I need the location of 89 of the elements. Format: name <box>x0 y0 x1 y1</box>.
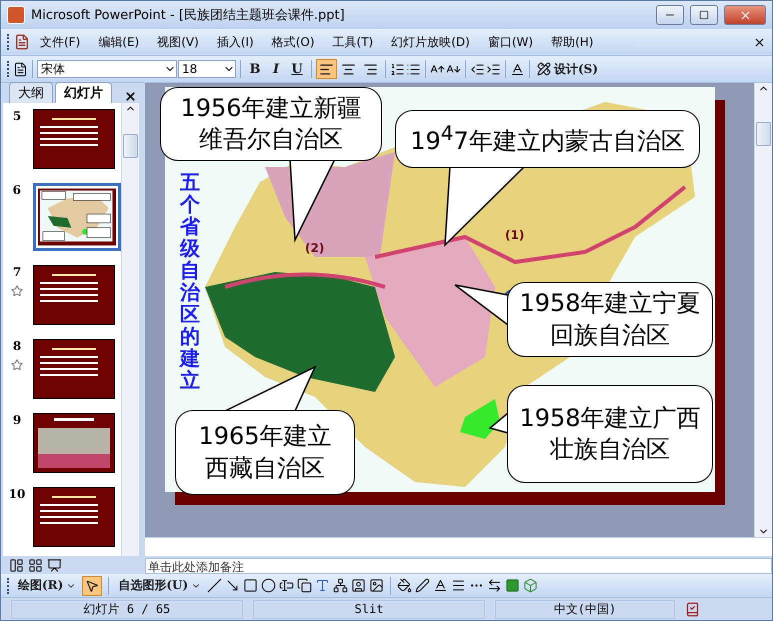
pencil-ruler-icon <box>537 62 551 76</box>
wordart-icon[interactable] <box>315 578 330 593</box>
callout-text: 维吾尔自治区 <box>199 124 343 155</box>
normal-view-icon[interactable] <box>9 558 24 572</box>
vertical-text-box-icon[interactable] <box>297 578 312 593</box>
menu-item[interactable]: 插入(I) <box>208 32 262 52</box>
slide-number: 8 <box>12 339 22 353</box>
numbered-list-icon[interactable] <box>390 62 405 76</box>
clip-art-icon[interactable] <box>351 578 366 593</box>
menu-item[interactable]: 编辑(E) <box>90 32 148 52</box>
align-right-icon <box>363 62 378 76</box>
notes-field[interactable]: 单击此处添加备注 <box>145 558 772 574</box>
font-color-icon[interactable] <box>433 578 448 593</box>
slideshow-icon[interactable] <box>47 558 62 572</box>
callout-text: 1958年建立宁夏 <box>519 288 701 320</box>
slide-number: 10 <box>8 487 26 501</box>
minimize-button[interactable] <box>656 5 684 25</box>
line-style-icon[interactable] <box>451 578 466 593</box>
status-text: 幻灯片 6 / 65 <box>11 600 243 618</box>
decrease-indent-icon[interactable] <box>470 62 485 76</box>
menu-item[interactable]: 幻灯片放映(D) <box>383 32 478 52</box>
menu-item[interactable]: 帮助(H) <box>543 32 602 52</box>
shadow-icon[interactable] <box>505 578 520 593</box>
slide-number: 6 <box>12 183 21 197</box>
format-button[interactable]: B <box>245 59 265 79</box>
autoshapes-button[interactable]: 自选图形(U) <box>115 576 204 596</box>
line-color-icon[interactable] <box>415 578 430 593</box>
slide-number: 7 <box>12 265 22 279</box>
app-icon <box>7 6 25 24</box>
callout-text: 1958年建立广西 <box>519 402 701 434</box>
close-pane-icon[interactable] <box>124 90 137 103</box>
3d-style-icon[interactable] <box>523 578 538 593</box>
close-document-icon[interactable] <box>753 36 766 48</box>
font-field[interactable]: 宋体 <box>37 60 177 78</box>
text-box-icon[interactable] <box>279 578 294 593</box>
callout-text: 西藏自治区 <box>205 452 325 484</box>
callout-text: 1956年建立新疆 <box>180 92 362 124</box>
menu-item[interactable]: 文件(F) <box>32 32 88 52</box>
slide-vertical-title: 五个省级自治区的建立 <box>180 171 200 391</box>
pane-tab[interactable]: 幻灯片 <box>55 82 112 103</box>
font-size-field[interactable]: 18 <box>178 60 236 78</box>
format-button[interactable]: I <box>266 59 286 79</box>
arrow-icon[interactable] <box>225 578 240 593</box>
close-button[interactable] <box>724 5 766 25</box>
increase-indent-icon[interactable] <box>486 62 501 76</box>
map-label: (2) <box>305 241 324 255</box>
menu-item[interactable]: 格式(O) <box>264 32 323 52</box>
new-document-icon[interactable] <box>13 62 28 76</box>
callout-text: 1965年建立 <box>198 421 332 452</box>
font-color-icon[interactable] <box>510 62 525 76</box>
document-icon[interactable] <box>14 34 30 50</box>
format-button[interactable]: U <box>287 59 307 79</box>
menu-item[interactable]: 视图(V) <box>149 32 207 52</box>
callout-text: 19$^{4}$7年建立内蒙古自治区 <box>410 120 685 158</box>
callout-text: 壮族自治区 <box>550 434 670 465</box>
menu-item[interactable]: 工具(T) <box>324 32 382 52</box>
maximize-icon <box>699 10 709 20</box>
pointer-icon <box>85 578 100 592</box>
picture-icon[interactable] <box>369 578 384 593</box>
horizontal-scrollbar[interactable] <box>145 537 772 556</box>
design-button[interactable]: 设计(S) <box>534 59 602 79</box>
scrollbar-thumb[interactable] <box>123 134 138 158</box>
align-left-icon <box>319 62 334 76</box>
align-center-icon <box>341 62 356 76</box>
status-text: Slit <box>253 600 485 618</box>
arrow-style-icon[interactable] <box>487 578 502 593</box>
spelling-icon <box>685 602 700 616</box>
window-title: Microsoft PowerPoint - [民族团结主题班会课件.ppt] <box>31 7 346 24</box>
align-left-button[interactable] <box>316 59 337 79</box>
ellipse-icon[interactable] <box>261 578 276 593</box>
slide-number: 9 <box>12 413 22 427</box>
close-icon <box>738 8 752 22</box>
draw-menu-button[interactable]: 绘图(R) <box>15 576 80 596</box>
status-text: 中文(中国) <box>495 600 675 618</box>
menu-item[interactable]: 窗口(W) <box>480 32 542 52</box>
fill-color-icon[interactable] <box>397 578 412 593</box>
diagram-icon[interactable] <box>333 578 348 593</box>
bullet-list-icon[interactable] <box>406 62 421 76</box>
slide-sorter-icon[interactable] <box>28 558 43 572</box>
select-pointer-button[interactable] <box>82 576 102 596</box>
maximize-button[interactable] <box>690 5 718 25</box>
highlighted-region <box>460 399 500 439</box>
pane-tab[interactable]: 大纲 <box>9 82 53 103</box>
scrollbar-thumb[interactable] <box>756 122 771 146</box>
line-icon[interactable] <box>207 578 222 593</box>
slide-number: 5 <box>12 109 22 123</box>
map-label: (1) <box>505 228 524 242</box>
callout-text: 回族自治区 <box>550 320 670 350</box>
rectangle-icon[interactable] <box>243 578 258 593</box>
